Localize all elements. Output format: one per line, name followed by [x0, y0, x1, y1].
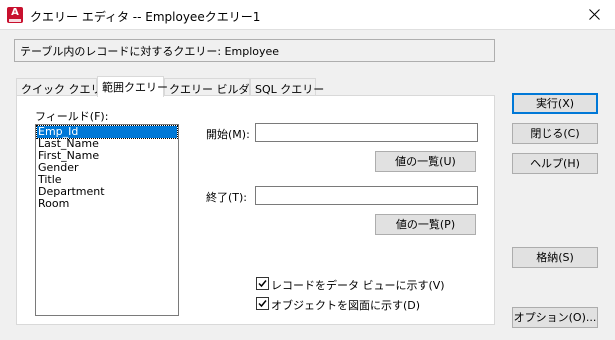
checkmark-icon — [258, 280, 267, 288]
app-icon-letter: A — [11, 7, 19, 18]
end-input[interactable] — [255, 186, 478, 205]
options-button[interactable]: オプション(O)... — [512, 307, 598, 328]
show-objects-label: オブジェクトを図面に示す(D) — [271, 299, 421, 312]
end-value-list-button[interactable]: 値の一覧(P) — [375, 214, 476, 235]
fields-label: フィールド(F): — [35, 110, 109, 123]
end-label: 終了(T): — [206, 191, 248, 204]
window-title: クエリー エディタ -- Employeeクエリー1 — [30, 10, 261, 24]
tab-range-query[interactable]: 範囲クエリー — [97, 76, 168, 97]
start-value-list-button[interactable]: 値の一覧(U) — [375, 151, 476, 172]
start-label: 開始(M): — [206, 128, 250, 141]
show-in-data-view-label: レコードをデータ ビューに示す(V) — [271, 279, 445, 292]
show-objects-checkbox[interactable] — [256, 297, 269, 310]
help-button[interactable]: ヘルプ(H) — [512, 153, 598, 174]
store-button[interactable]: 格納(S) — [512, 247, 598, 268]
autocad-icon: A — [7, 7, 23, 23]
close-button[interactable]: 閉じる(C) — [512, 123, 598, 144]
close-window-button[interactable] — [580, 4, 610, 26]
execute-button[interactable]: 実行(X) — [512, 93, 598, 114]
title-bar: A クエリー エディタ -- Employeeクエリー1 — [0, 0, 615, 30]
field-item-room[interactable]: Room — [37, 198, 177, 210]
close-icon — [589, 9, 600, 20]
fields-listbox[interactable]: Emp_Id Last_Name First_Name Gender Title… — [35, 124, 179, 316]
start-input[interactable] — [255, 123, 478, 142]
checkmark-icon — [258, 300, 267, 308]
query-target-field: テーブル内のレコードに対するクエリー: Employee — [14, 39, 495, 62]
show-in-data-view-checkbox[interactable] — [256, 277, 269, 290]
